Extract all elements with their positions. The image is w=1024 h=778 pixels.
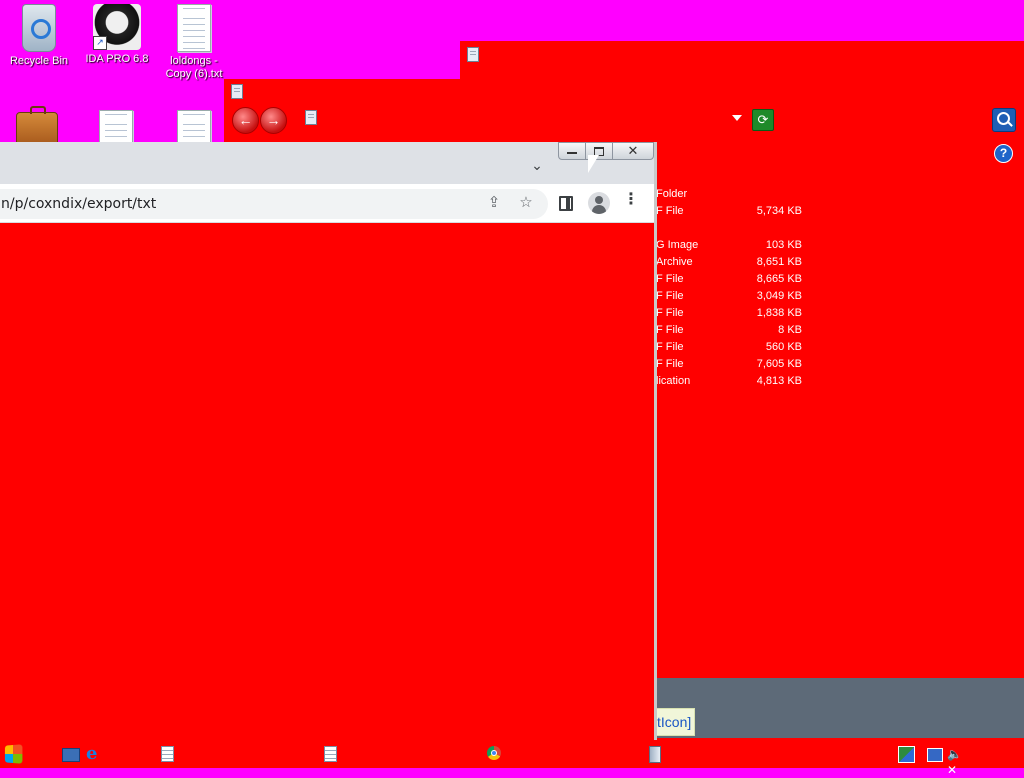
window-caption-buttons: ✕ [558,142,654,160]
file-type: lication [656,375,691,387]
file-type: F File [656,205,684,217]
window-app-icon [467,47,479,62]
file-type: F File [656,324,684,336]
window-app-icon [231,84,243,99]
taskbar-archive-icon[interactable] [649,746,661,763]
file-size: 5,734 KB [756,205,802,217]
taskbar-chrome-icon[interactable] [487,746,501,760]
text-document-icon [177,4,211,52]
file-type: F File [656,290,684,302]
address-bar[interactable]: n/p/coxndix/export/txt [0,189,548,219]
browser-content-area[interactable] [0,223,654,740]
recycle-bin-icon [22,4,56,52]
desktop-icon-label: loldongs - Copy (6).txt [165,55,223,80]
shortcut-arrow-icon: ↗ [93,36,107,50]
address-dropdown-icon[interactable] [732,115,742,121]
tab-search-chevron-icon[interactable]: ⌄ [528,156,546,174]
desktop-icon-label: Recycle Bin [9,55,69,67]
file-row[interactable]: F File 5,734 KB [656,203,806,220]
file-row[interactable]: Archive 8,651 KB [656,254,806,271]
file-type: F File [656,307,684,319]
desktop-icon-text-file[interactable]: loldongs - Copy (6).txt [157,2,231,81]
file-type: Folder [656,188,688,200]
file-size: 103 KB [765,239,802,251]
refresh-icon[interactable]: ⟳ [752,109,774,131]
file-row[interactable] [656,220,806,237]
search-icon[interactable] [992,108,1016,132]
file-row[interactable]: Folder [656,186,806,203]
file-type: F File [656,358,684,370]
help-icon[interactable]: ? [994,144,1013,163]
details-pane [656,678,1024,738]
file-type: Archive [656,256,693,268]
file-size: 560 KB [765,341,802,353]
desktop-icon-ida-pro[interactable]: ↗ IDA PRO 6.8 [80,2,154,66]
back-button[interactable]: ← [232,107,259,134]
file-type: F File [656,341,684,353]
file-size: 8 KB [778,324,802,336]
file-row[interactable]: G Image 103 KB [656,237,806,254]
forward-button[interactable]: → [260,107,287,134]
show-desktop-icon[interactable] [62,748,80,762]
share-icon[interactable]: ⇪ [484,193,504,213]
file-row[interactable]: F File 3,049 KB [656,288,806,305]
taskbar-notepad-icon[interactable] [324,746,337,762]
file-row[interactable]: F File 7,605 KB [656,356,806,373]
url-text: n/p/coxndix/export/txt [1,196,157,212]
ida-pro-icon: ↗ [93,4,141,50]
file-row[interactable]: lication 4,813 KB [656,373,806,390]
file-size: 1,838 KB [756,307,802,319]
close-button[interactable]: ✕ [612,142,654,160]
browser-toolbar: n/p/coxndix/export/txt ⇪ ☆ ⋮ [0,184,654,223]
desktop-icon-label: IDA PRO 6.8 [85,53,149,65]
browser-window[interactable]: ⌄ ✕ n/p/coxndix/export/txt ⇪ ☆ ⋮ [0,142,657,740]
internet-explorer-icon[interactable]: e [86,745,102,763]
file-size: 7,605 KB [756,358,802,370]
file-type: F File [656,273,684,285]
location-folder-icon [305,110,317,125]
file-size: 4,813 KB [756,375,802,387]
taskbar: e 🔈✕ [0,740,1024,777]
minimize-button[interactable] [558,142,586,160]
taskbar-notepad-icon[interactable] [161,746,174,762]
file-row[interactable]: F File 560 KB [656,339,806,356]
status-chip: tIcon] [656,708,696,736]
side-panel-icon[interactable] [556,193,576,213]
desktop-icon-recycle-bin[interactable]: Recycle Bin [2,2,76,68]
file-size: 3,049 KB [756,290,802,302]
file-size: 8,665 KB [756,273,802,285]
file-row[interactable]: F File 8 KB [656,322,806,339]
browser-titlebar[interactable]: ⌄ ✕ [0,142,654,184]
tray-network-icon[interactable] [927,748,943,762]
file-type: G Image [656,239,699,251]
start-button[interactable] [4,744,23,764]
browser-menu-icon[interactable]: ⋮ [621,192,641,213]
file-list: Folder F File 5,734 KB G Image 103 KB Archive… [656,186,806,390]
navigation-buttons: ← → [232,107,288,134]
bookmark-star-icon[interactable]: ☆ [516,193,536,213]
profile-avatar-icon[interactable] [588,192,610,214]
mouse-cursor-icon [587,154,600,174]
file-row[interactable]: F File 1,838 KB [656,305,806,322]
tray-volume-muted-icon[interactable]: 🔈✕ [947,746,963,777]
tray-action-center-icon[interactable] [898,746,915,763]
file-row[interactable]: F File 8,665 KB [656,271,806,288]
file-size: 8,651 KB [756,256,802,268]
